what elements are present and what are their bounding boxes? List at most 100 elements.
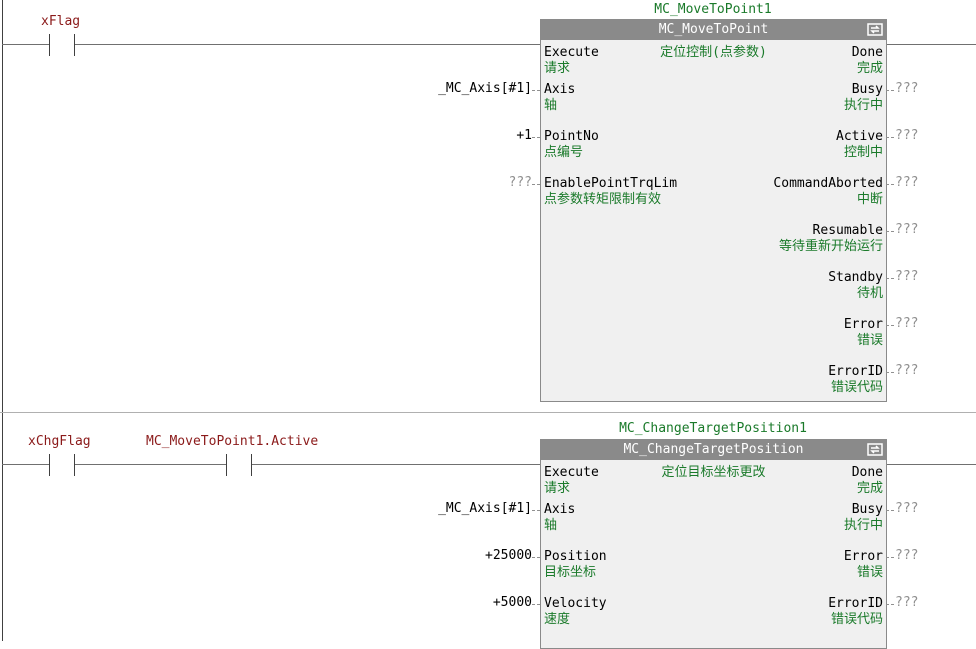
rung-1-instance-name[interactable]: MC_MoveToPoint1 bbox=[540, 2, 886, 17]
input-connector bbox=[532, 137, 540, 139]
output-value-commandaborted[interactable]: ??? bbox=[895, 175, 918, 190]
input-pin-pointno[interactable]: PointNo 点编号 bbox=[544, 129, 599, 161]
contact-bar-right bbox=[74, 454, 75, 476]
rung-2-wire-left bbox=[2, 464, 50, 465]
input-value-pointno[interactable]: +1 bbox=[516, 128, 532, 143]
output-value-standby[interactable]: ??? bbox=[895, 269, 918, 284]
input-pin-velocity[interactable]: Velocity 速度 bbox=[544, 596, 607, 628]
rung-1-function-block[interactable]: MC_MoveToPoint 定位控制(点参数) Execute 请求 Axis… bbox=[540, 19, 887, 402]
input-value-position[interactable]: +25000 bbox=[485, 548, 532, 563]
input-pin-axis[interactable]: Axis 轴 bbox=[544, 82, 575, 114]
output-connector bbox=[886, 604, 894, 606]
output-value-errorid[interactable]: ??? bbox=[895, 363, 918, 378]
left-power-rail bbox=[2, 0, 3, 641]
input-pin-enablepointtrqlim[interactable]: EnablePointTrqLim 点参数转矩限制有效 bbox=[544, 176, 677, 208]
input-value-axis[interactable]: _MC_Axis[#1] bbox=[438, 81, 532, 96]
pin-comment: 等待重新开始运行 bbox=[778, 239, 883, 254]
output-pin-error[interactable]: Error 错误 bbox=[844, 317, 883, 349]
pin-comment: 请求 bbox=[544, 481, 571, 496]
output-value-errorid[interactable]: ??? bbox=[895, 595, 918, 610]
rung-2-contact-xchgflag[interactable] bbox=[49, 454, 75, 476]
input-value-enablepointtrqlim[interactable]: ??? bbox=[509, 175, 532, 190]
input-pin-execute[interactable]: Execute 请求 bbox=[544, 465, 599, 497]
output-value-active[interactable]: ??? bbox=[895, 128, 918, 143]
pin-name: CommandAborted bbox=[773, 176, 883, 191]
pin-name: Error bbox=[843, 549, 883, 564]
rung-2-contact-active[interactable] bbox=[226, 454, 252, 476]
fb-type-name: MC_ChangeTargetPosition bbox=[623, 442, 804, 457]
input-connector bbox=[532, 90, 540, 92]
rung-2-contact-2-variable[interactable]: MC_MoveToPoint1.Active bbox=[146, 434, 318, 449]
output-pin-done[interactable]: Done 完成 bbox=[852, 45, 883, 77]
pin-comment: 目标坐标 bbox=[544, 565, 597, 580]
pin-name: Done bbox=[851, 465, 883, 480]
output-connector bbox=[886, 278, 894, 280]
output-pin-error[interactable]: Error 错误 bbox=[844, 549, 883, 581]
rung-2-wire-right bbox=[886, 464, 976, 465]
input-pin-execute[interactable]: Execute 请求 bbox=[544, 45, 599, 77]
pin-name: Axis bbox=[544, 82, 576, 97]
output-pin-errorid[interactable]: ErrorID 错误代码 bbox=[828, 596, 883, 628]
pin-comment: 点参数转矩限制有效 bbox=[544, 192, 662, 207]
fb-type-header: MC_MoveToPoint bbox=[541, 20, 886, 40]
pin-name: Standby bbox=[828, 270, 883, 285]
pin-name: Execute bbox=[544, 465, 599, 480]
rung-1-contact-variable[interactable]: xFlag bbox=[41, 14, 80, 29]
output-value-resumable[interactable]: ??? bbox=[895, 222, 918, 237]
pin-name: Resumable bbox=[812, 223, 883, 238]
output-value-busy[interactable]: ??? bbox=[895, 501, 918, 516]
fb-type-name: MC_MoveToPoint bbox=[658, 22, 769, 37]
rung-1-wire-mid bbox=[75, 44, 540, 45]
input-value-velocity[interactable]: +5000 bbox=[493, 595, 532, 610]
pin-comment: 完成 bbox=[856, 481, 883, 496]
pin-comment: 控制中 bbox=[843, 145, 883, 160]
contact-bar-right bbox=[251, 454, 252, 476]
refresh-icon[interactable] bbox=[867, 22, 883, 37]
pin-name: PointNo bbox=[544, 129, 599, 144]
pin-name: Busy bbox=[851, 82, 883, 97]
rung-1-contact-xflag[interactable] bbox=[49, 34, 75, 56]
pin-name: ErrorID bbox=[828, 596, 883, 611]
input-connector bbox=[532, 557, 540, 559]
contact-bar-left bbox=[226, 454, 227, 476]
pin-comment: 轴 bbox=[544, 518, 558, 533]
pin-comment: 执行中 bbox=[843, 98, 883, 113]
output-pin-resumable[interactable]: Resumable 等待重新开始运行 bbox=[779, 223, 883, 255]
output-connector bbox=[886, 372, 894, 374]
rung-2-wire-between bbox=[75, 464, 227, 465]
pin-comment: 错误 bbox=[856, 333, 883, 348]
output-value-error[interactable]: ??? bbox=[895, 548, 918, 563]
input-pin-axis[interactable]: Axis 轴 bbox=[544, 502, 575, 534]
rung-2-contact-1-variable[interactable]: xChgFlag bbox=[28, 434, 91, 449]
contact-bar-left bbox=[49, 454, 50, 476]
pin-name: Busy bbox=[851, 502, 883, 517]
output-pin-active[interactable]: Active 控制中 bbox=[836, 129, 883, 161]
pin-comment: 请求 bbox=[544, 61, 571, 76]
pin-name: Velocity bbox=[544, 596, 607, 611]
output-value-busy[interactable]: ??? bbox=[895, 81, 918, 96]
output-pin-busy[interactable]: Busy 执行中 bbox=[844, 502, 883, 534]
output-connector bbox=[886, 231, 894, 233]
output-connector bbox=[886, 184, 894, 186]
input-value-axis[interactable]: _MC_Axis[#1] bbox=[438, 501, 532, 516]
rung-2-wire-mid bbox=[252, 464, 540, 465]
output-pin-errorid[interactable]: ErrorID 错误代码 bbox=[828, 364, 883, 396]
pin-name: Active bbox=[836, 129, 883, 144]
rung-1-wire-left bbox=[2, 44, 50, 45]
rung-2-function-block[interactable]: MC_ChangeTargetPosition 定位目标坐标更改 Execute… bbox=[540, 439, 887, 649]
pin-name: Error bbox=[843, 317, 883, 332]
pin-comment: 轴 bbox=[544, 98, 558, 113]
refresh-icon[interactable] bbox=[867, 442, 883, 457]
output-pin-commandaborted[interactable]: CommandAborted 中断 bbox=[773, 176, 883, 208]
output-connector bbox=[886, 325, 894, 327]
output-pin-done[interactable]: Done 完成 bbox=[852, 465, 883, 497]
pin-comment: 错误代码 bbox=[830, 380, 883, 395]
input-pin-position[interactable]: Position 目标坐标 bbox=[544, 549, 607, 581]
output-pin-busy[interactable]: Busy 执行中 bbox=[844, 82, 883, 114]
output-pin-standby[interactable]: Standby 待机 bbox=[828, 270, 883, 302]
rung-2-instance-name[interactable]: MC_ChangeTargetPosition1 bbox=[540, 421, 886, 436]
fb-type-header: MC_ChangeTargetPosition bbox=[541, 440, 886, 460]
pin-name: Execute bbox=[544, 45, 599, 60]
output-value-error[interactable]: ??? bbox=[895, 316, 918, 331]
rung-separator bbox=[0, 412, 976, 413]
